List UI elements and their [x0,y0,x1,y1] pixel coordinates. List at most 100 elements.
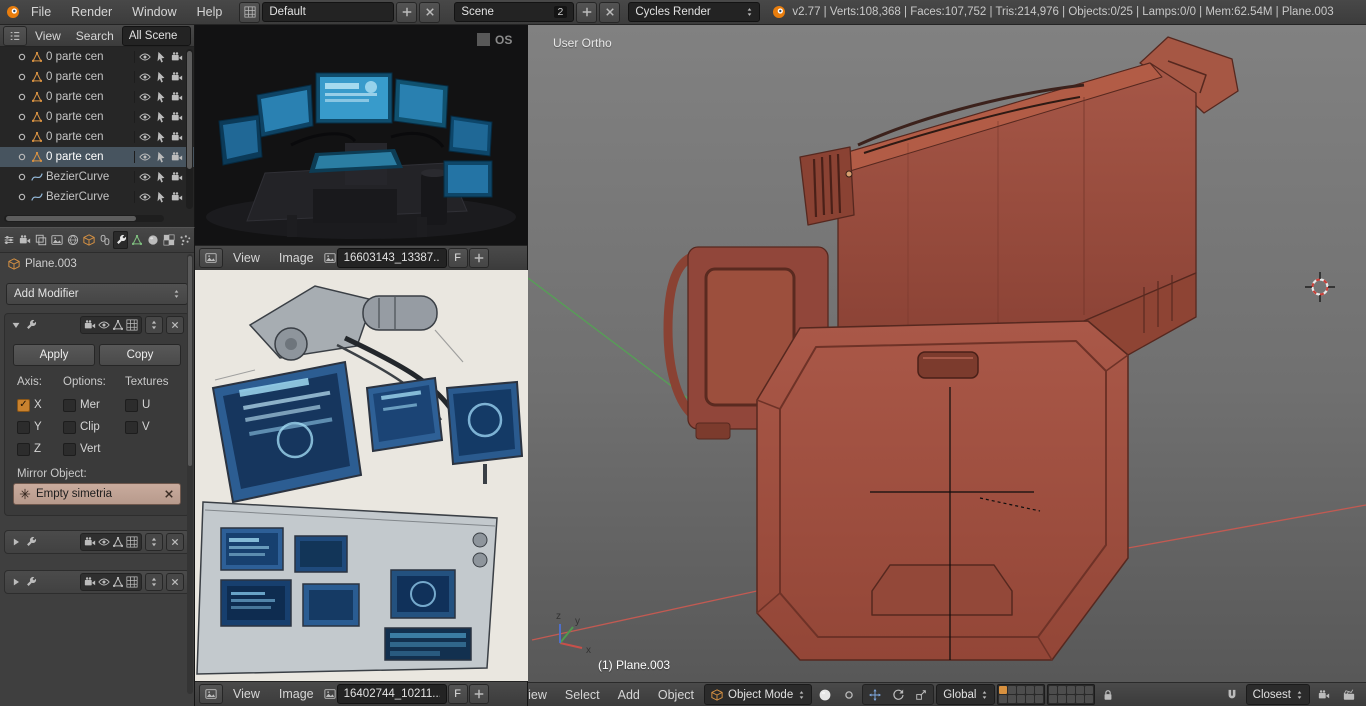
texture-u-checkbox[interactable]: ✓U [125,398,181,412]
editor-type-button[interactable] [2,231,17,249]
add-modifier-dropdown[interactable]: Add Modifier [6,283,188,305]
mode-dropdown[interactable]: Object Mode [704,684,813,705]
tab-render[interactable] [18,231,33,249]
selectable-icon[interactable] [155,171,167,183]
viewport-shading-dropdown[interactable] [814,685,836,704]
image-menu-view[interactable]: View [224,682,269,706]
clay-model[interactable] [663,36,1239,661]
copy-button[interactable]: Copy [99,344,181,366]
image-menu-view[interactable]: View [224,246,269,271]
new-image-button[interactable] [468,684,489,704]
selectable-icon[interactable] [155,71,167,83]
image-datablock-icon[interactable] [324,252,336,264]
outliner-item[interactable]: 0 parte cen [0,87,194,107]
realtime-toggle-icon[interactable] [98,576,110,588]
image-menu-image[interactable]: Image [270,682,323,706]
selectable-icon[interactable] [155,191,167,203]
properties-scrollbar[interactable] [187,254,193,694]
render-toggle-icon[interactable] [84,319,96,331]
mirror-object-field[interactable]: Empty simetria [13,483,181,505]
pivot-point-dropdown[interactable] [838,685,860,704]
selectable-icon[interactable] [155,111,167,123]
scale-manipulator-button[interactable] [910,685,932,704]
transform-orientation-dropdown[interactable]: Global [936,684,996,705]
render-engine-dropdown[interactable]: Cycles Render [628,2,761,22]
screen-layout-browse-button[interactable] [239,1,261,23]
tab-render-layers[interactable] [34,231,49,249]
menu-window[interactable]: Window [123,0,185,25]
reference-render-image[interactable]: OS [195,25,528,245]
modifier-delete-button[interactable] [166,573,184,591]
cage-toggle-icon[interactable] [126,536,138,548]
image-name-field[interactable]: 16402744_10211... [336,684,447,704]
scene-users-count[interactable]: 2 [553,6,568,18]
editor-type-button[interactable] [3,25,27,46]
opengl-render-button[interactable] [1313,685,1335,704]
hide-icon[interactable] [139,171,151,183]
tab-object-data[interactable] [129,231,144,249]
hide-icon[interactable] [139,111,151,123]
apply-button[interactable]: Apply [13,344,95,366]
render-visibility-icon[interactable] [171,191,183,203]
scene-delete-button[interactable] [599,1,621,23]
opengl-render-animation-button[interactable] [1338,685,1360,704]
render-visibility-icon[interactable] [171,71,183,83]
merge-checkbox[interactable]: ✓ Mer [63,398,125,412]
screen-layout-add-button[interactable] [396,1,418,23]
blender-logo-icon[interactable] [6,5,20,19]
layers-widget-left[interactable] [997,684,1046,705]
tab-world[interactable] [66,231,81,249]
snap-element-dropdown[interactable]: Closest [1245,684,1310,705]
mirror-axis-y-checkbox[interactable]: ✓Y [17,420,63,434]
tab-modifiers[interactable] [113,231,129,249]
viewport-menu-object[interactable]: Object [650,683,702,706]
selectable-icon[interactable] [155,151,167,163]
realtime-toggle-icon[interactable] [98,319,110,331]
modifier-move-updown-button[interactable] [145,533,163,551]
modifier-delete-button[interactable] [166,533,184,551]
tab-material[interactable] [145,231,160,249]
mirror-axis-z-checkbox[interactable]: ✓Z [17,442,63,456]
disclosure-open-icon[interactable] [10,319,22,331]
editmode-toggle-icon[interactable] [112,576,124,588]
scrollbar-thumb[interactable] [6,216,136,221]
modifier-delete-button[interactable] [166,316,184,334]
editor-type-button[interactable] [199,684,223,704]
modifier-move-updown-button[interactable] [145,573,163,591]
clip-checkbox[interactable]: ✓ Clip [63,420,125,434]
layers-widget-right[interactable] [1047,684,1096,705]
tab-particles[interactable] [177,231,192,249]
tab-scene[interactable] [50,231,65,249]
outliner-item-active[interactable]: 0 parte cen [0,147,194,167]
outliner-vertical-scrollbar[interactable] [186,49,193,209]
editmode-toggle-icon[interactable] [112,319,124,331]
render-visibility-icon[interactable] [171,91,183,103]
breadcrumb-object-name[interactable]: Plane.003 [25,258,77,270]
lock-to-scene-button[interactable] [1097,685,1119,704]
render-toggle-icon[interactable] [84,536,96,548]
outliner-item[interactable]: 0 parte cen [0,67,194,87]
editor-type-button[interactable] [199,248,223,268]
outliner-item[interactable]: BezierCurve [0,187,194,207]
rotate-manipulator-button[interactable] [887,685,909,704]
outliner-filter-dropdown[interactable]: All Scene [121,25,191,46]
screen-layout-field[interactable]: Default [262,2,395,22]
outliner-item[interactable]: 0 parte cen [0,127,194,147]
hide-icon[interactable] [139,151,151,163]
cage-toggle-icon[interactable] [126,319,138,331]
fake-user-button[interactable]: F [447,684,468,704]
viewport-canvas[interactable]: x y z User Ortho (1) Plane.003 [528,25,1366,682]
scene-add-button[interactable] [576,1,598,23]
render-visibility-icon[interactable] [171,51,183,63]
outliner-item[interactable]: BezierCurve [0,167,194,187]
disclosure-closed-icon[interactable] [10,576,22,588]
image-menu-image[interactable]: Image [270,246,323,271]
texture-v-checkbox[interactable]: ✓V [125,420,181,434]
reference-concept-image[interactable] [195,270,528,681]
selectable-icon[interactable] [155,131,167,143]
render-toggle-icon[interactable] [84,576,96,588]
cursor-3d[interactable] [1305,272,1335,302]
image-datablock-icon[interactable] [324,688,336,700]
snap-toggle-button[interactable] [1221,685,1243,704]
menu-help[interactable]: Help [188,0,232,25]
